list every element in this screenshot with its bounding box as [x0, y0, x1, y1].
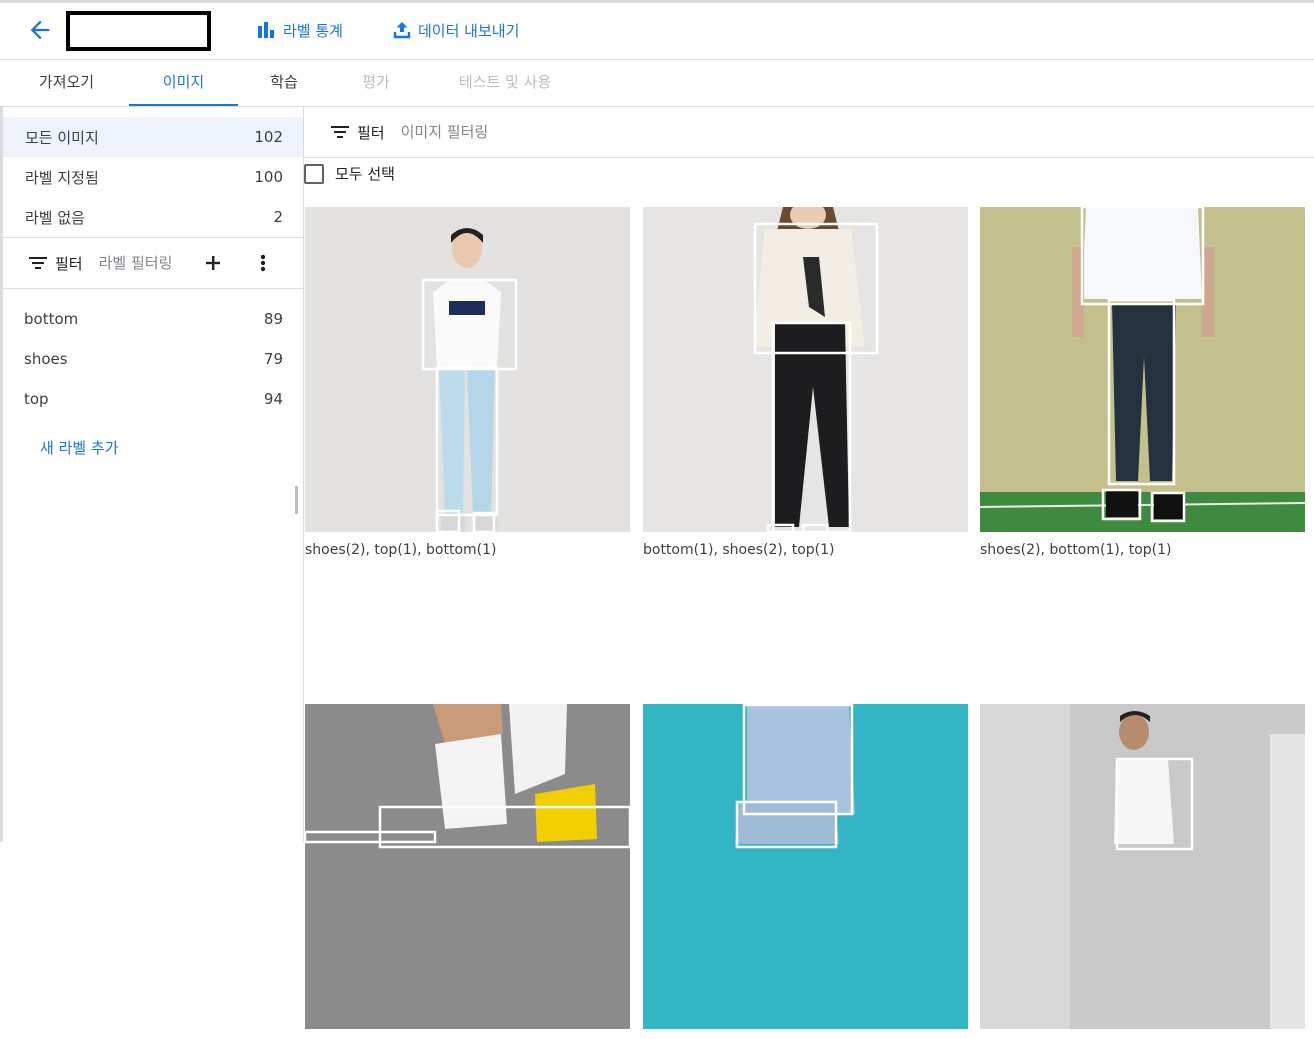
- image-filter-bar: 필터: [304, 107, 1314, 158]
- add-label-icon-button[interactable]: [201, 251, 225, 275]
- tab-import[interactable]: 가져오기: [14, 60, 119, 106]
- app-header: 라벨 통계 데이터 내보내기: [0, 3, 1314, 60]
- image-card[interactable]: shoes(2), bottom(1), top(1): [980, 207, 1305, 558]
- label-name: shoes: [24, 350, 68, 368]
- image-gallery: 필터 모두 선택: [304, 107, 1314, 1029]
- image-caption: bottom(1), shoes(2), top(1): [643, 542, 835, 558]
- label-stats-label: 라벨 통계: [283, 21, 343, 40]
- image-filter-text: 필터: [357, 123, 385, 142]
- image-group-label: 라벨 없음: [25, 208, 85, 227]
- bar-chart-icon: [258, 22, 274, 38]
- upload-icon: [393, 22, 411, 39]
- image-filter-button[interactable]: 필터: [331, 122, 385, 143]
- image-filter-input[interactable]: [400, 123, 601, 141]
- filter-list-icon: [331, 126, 349, 138]
- image-group-count: 102: [254, 128, 283, 146]
- dataset-name-redacted: [66, 11, 211, 51]
- tab-evaluate[interactable]: 평가: [336, 60, 416, 106]
- label-name: bottom: [24, 310, 79, 328]
- select-all-checkbox[interactable]: [304, 163, 324, 184]
- image-card[interactable]: [305, 704, 630, 1039]
- label-name: top: [24, 390, 49, 408]
- more-options-button[interactable]: [251, 251, 275, 275]
- image-thumbnail[interactable]: [305, 704, 630, 1029]
- label-sidebar: 모든 이미지 102 라벨 지정됨 100 라벨 없음 2 필터 라벨 필터링 …: [0, 107, 304, 842]
- photo-man-white-tee-jeans: [980, 207, 1305, 532]
- label-filter-input[interactable]: [98, 254, 191, 272]
- image-thumbnail[interactable]: [643, 207, 968, 532]
- image-thumbnail[interactable]: [980, 704, 1305, 1029]
- tab-test-and-use[interactable]: 테스트 및 사용: [440, 60, 570, 106]
- filter-list-icon: [29, 257, 47, 269]
- image-group-label: 모든 이미지: [25, 128, 99, 147]
- image-caption: shoes(2), bottom(1), top(1): [980, 542, 1172, 558]
- image-thumbnail[interactable]: [643, 704, 968, 1029]
- export-data-button[interactable]: 데이터 내보내기: [393, 18, 519, 42]
- sidebar-resize-handle[interactable]: [295, 486, 298, 514]
- label-filter-text: 필터: [55, 254, 83, 273]
- more-vert-icon: [260, 254, 265, 272]
- label-filter-button[interactable]: 필터: [29, 253, 83, 274]
- tab-train[interactable]: 학습: [246, 60, 322, 106]
- label-item-bottom[interactable]: bottom 89: [3, 299, 303, 339]
- image-group-all[interactable]: 모든 이미지 102: [3, 117, 303, 157]
- label-count: 79: [263, 350, 283, 368]
- image-card[interactable]: bottom(1), shoes(2), top(1): [643, 207, 968, 558]
- image-thumbnail[interactable]: [980, 207, 1305, 532]
- image-card[interactable]: shoes(2), top(1), bottom(1): [305, 207, 630, 558]
- label-filter-bar: 필터: [3, 238, 303, 288]
- label-item-shoes[interactable]: shoes 79: [3, 339, 303, 379]
- tab-bar: 가져오기 이미지 학습 평가 테스트 및 사용: [0, 60, 1314, 107]
- image-group-labeled[interactable]: 라벨 지정됨 100: [3, 157, 303, 197]
- select-all-label: 모두 선택: [335, 165, 395, 183]
- image-card[interactable]: [643, 704, 968, 1039]
- photo-person-fila-shirt: [305, 207, 630, 532]
- photo-man-white-vneck: [980, 704, 1305, 1029]
- photo-woman-denim-teal: [643, 704, 968, 1029]
- label-stats-button[interactable]: 라벨 통계: [256, 18, 343, 42]
- tab-images[interactable]: 이미지: [129, 60, 238, 106]
- plus-icon: [205, 256, 220, 270]
- export-data-label: 데이터 내보내기: [418, 21, 520, 40]
- image-group-unlabeled[interactable]: 라벨 없음 2: [3, 197, 303, 237]
- image-card[interactable]: [980, 704, 1305, 1039]
- image-caption: shoes(2), top(1), bottom(1): [305, 542, 497, 558]
- image-group-count: 100: [254, 168, 283, 186]
- back-button[interactable]: [26, 16, 54, 44]
- label-count: 94: [263, 390, 283, 408]
- add-new-label-link[interactable]: 새 라벨 추가: [40, 437, 119, 458]
- arrow-back-icon: [30, 20, 50, 40]
- label-item-top[interactable]: top 94: [3, 379, 303, 419]
- image-group-label: 라벨 지정됨: [25, 168, 99, 187]
- label-count: 89: [263, 310, 283, 328]
- photo-legs-socks-sneakers: [305, 704, 630, 1029]
- select-all-checkbox-row[interactable]: 모두 선택: [304, 163, 395, 184]
- photo-woman-blouse-black-pants: [643, 207, 968, 532]
- image-group-count: 2: [273, 208, 283, 226]
- divider: [3, 288, 303, 289]
- image-thumbnail[interactable]: [305, 207, 630, 532]
